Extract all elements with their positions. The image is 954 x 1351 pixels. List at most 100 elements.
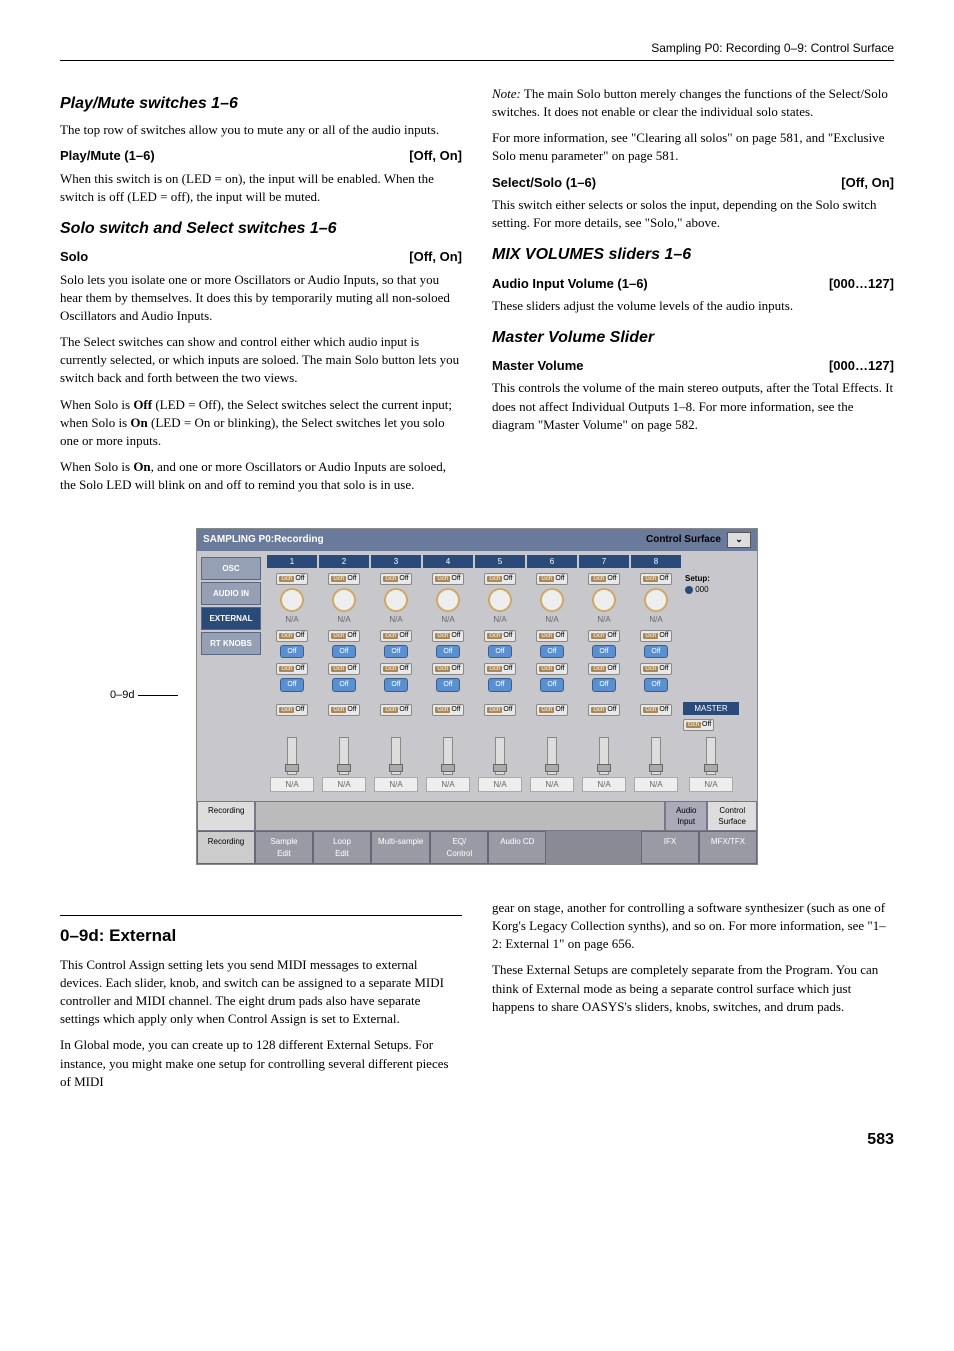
bottom-tab[interactable]: Multi-sample	[371, 831, 430, 863]
side-tab[interactable]: EXTERNAL	[201, 607, 261, 630]
na-label: N/A	[527, 614, 577, 625]
off-button[interactable]: Off	[592, 678, 615, 692]
slider[interactable]	[547, 737, 557, 775]
body-text: For more information, see "Clearing all …	[492, 129, 894, 165]
na-value: N/A	[270, 777, 314, 792]
slider[interactable]	[495, 737, 505, 775]
off-button[interactable]: Off	[644, 645, 667, 659]
left-column: Play/Mute switches 1–6 The top row of sw…	[60, 81, 462, 503]
off-label: GchOff	[380, 704, 411, 716]
na-label: N/A	[371, 614, 421, 625]
slider[interactable]	[651, 737, 661, 775]
body-text: This switch either selects or solos the …	[492, 196, 894, 232]
na-value: N/A	[426, 777, 470, 792]
setup-value[interactable]: 000	[685, 584, 741, 595]
knob-icon[interactable]	[332, 588, 356, 612]
bottom-tab[interactable]: SampleEdit	[255, 831, 313, 863]
side-tab[interactable]: OSC	[201, 557, 261, 580]
slider[interactable]	[391, 737, 401, 775]
setup-label: Setup:	[685, 573, 741, 584]
knob-icon[interactable]	[644, 588, 668, 612]
off-button[interactable]: Off	[644, 678, 667, 692]
off-button[interactable]: Off	[332, 678, 355, 692]
body-text: These External Setups are completely sep…	[492, 961, 894, 1016]
slider[interactable]	[443, 737, 453, 775]
off-button[interactable]: Off	[488, 645, 511, 659]
heading-play-mute: Play/Mute switches 1–6	[60, 93, 462, 115]
screenshot-right-label: Control Surface	[646, 533, 721, 547]
param-label: Solo	[60, 248, 88, 266]
param-play-mute: Play/Mute (1–6) [Off, On]	[60, 147, 462, 165]
off-button[interactable]: Off	[592, 645, 615, 659]
off-label: GchOff	[536, 663, 567, 675]
sub-tab[interactable]: Recording	[197, 801, 255, 831]
off-button[interactable]: Off	[384, 678, 407, 692]
column-header: 2	[319, 555, 369, 568]
bottom-tab[interactable]: Recording	[197, 831, 255, 863]
off-label: GchOff	[328, 573, 359, 585]
na-value: N/A	[634, 777, 678, 792]
master-label: MASTER	[683, 702, 739, 715]
off-label: GchOff	[484, 663, 515, 675]
slider[interactable]	[599, 737, 609, 775]
bottom-tab[interactable]: IFX	[641, 831, 699, 863]
body-text: The top row of switches allow you to mut…	[60, 121, 462, 139]
off-button[interactable]: Off	[384, 645, 407, 659]
off-label: GchOff	[640, 663, 671, 675]
body-text: When this switch is on (LED = on), the i…	[60, 170, 462, 206]
bottom-tab[interactable]: LoopEdit	[313, 831, 371, 863]
off-label: GchOff	[276, 663, 307, 675]
param-range: [000…127]	[829, 275, 894, 293]
off-button[interactable]: Off	[436, 645, 459, 659]
off-label: GchOff	[536, 704, 567, 716]
param-master-volume: Master Volume [000…127]	[492, 357, 894, 375]
knob-icon[interactable]	[436, 588, 460, 612]
knob-icon[interactable]	[488, 588, 512, 612]
slider[interactable]	[339, 737, 349, 775]
off-button[interactable]: Off	[280, 678, 303, 692]
off-label: GchOff	[432, 663, 463, 675]
bottom-tab[interactable]: Audio CD	[488, 831, 546, 863]
sub-tab[interactable]: AudioInput	[665, 801, 707, 831]
off-button[interactable]: Off	[280, 645, 303, 659]
na-label: N/A	[475, 614, 525, 625]
off-button[interactable]: Off	[540, 678, 563, 692]
column-header: 1	[267, 555, 317, 568]
running-header: Sampling P0: Recording 0–9: Control Surf…	[60, 40, 894, 61]
off-button[interactable]: Off	[332, 645, 355, 659]
side-tab[interactable]: AUDIO IN	[201, 582, 261, 605]
body-text: These sliders adjust the volume levels o…	[492, 297, 894, 315]
slider[interactable]	[706, 737, 716, 775]
heading-mix-volumes: MIX VOLUMES sliders 1–6	[492, 244, 894, 266]
off-label: GchOff	[484, 704, 515, 716]
column-header: 3	[371, 555, 421, 568]
bottom-tab[interactable]: MFX/TFX	[699, 831, 757, 863]
menu-dropdown-icon[interactable]: ⌄	[727, 532, 751, 548]
off-label: GchOff	[640, 704, 671, 716]
off-label: GchOff	[432, 704, 463, 716]
off-label: GchOff	[276, 573, 307, 585]
slider[interactable]	[287, 737, 297, 775]
off-button[interactable]: Off	[540, 645, 563, 659]
knob-icon[interactable]	[540, 588, 564, 612]
side-tab[interactable]: RT KNOBS	[201, 632, 261, 655]
sub-tab[interactable]: ControlSurface	[707, 801, 757, 831]
screenshot-titlebar: SAMPLING P0:Recording Control Surface ⌄	[197, 529, 757, 551]
off-label: GchOff	[276, 704, 307, 716]
knob-icon[interactable]	[384, 588, 408, 612]
knob-icon[interactable]	[280, 588, 304, 612]
na-value: N/A	[582, 777, 626, 792]
page-number: 583	[60, 1129, 894, 1151]
off-button[interactable]: Off	[488, 678, 511, 692]
knob-icon[interactable]	[592, 588, 616, 612]
param-range: [000…127]	[829, 357, 894, 375]
off-button[interactable]: Off	[436, 678, 459, 692]
off-label: GchOff	[328, 663, 359, 675]
param-label: Select/Solo (1–6)	[492, 174, 596, 192]
bottom-tab[interactable]: EQ/Control	[430, 831, 488, 863]
body-text: When Solo is Off (LED = Off), the Select…	[60, 396, 462, 451]
off-label: GchOff	[380, 630, 411, 642]
body-text: Note: The main Solo button merely change…	[492, 85, 894, 121]
na-value: N/A	[530, 777, 574, 792]
param-range: [Off, On]	[409, 248, 462, 266]
